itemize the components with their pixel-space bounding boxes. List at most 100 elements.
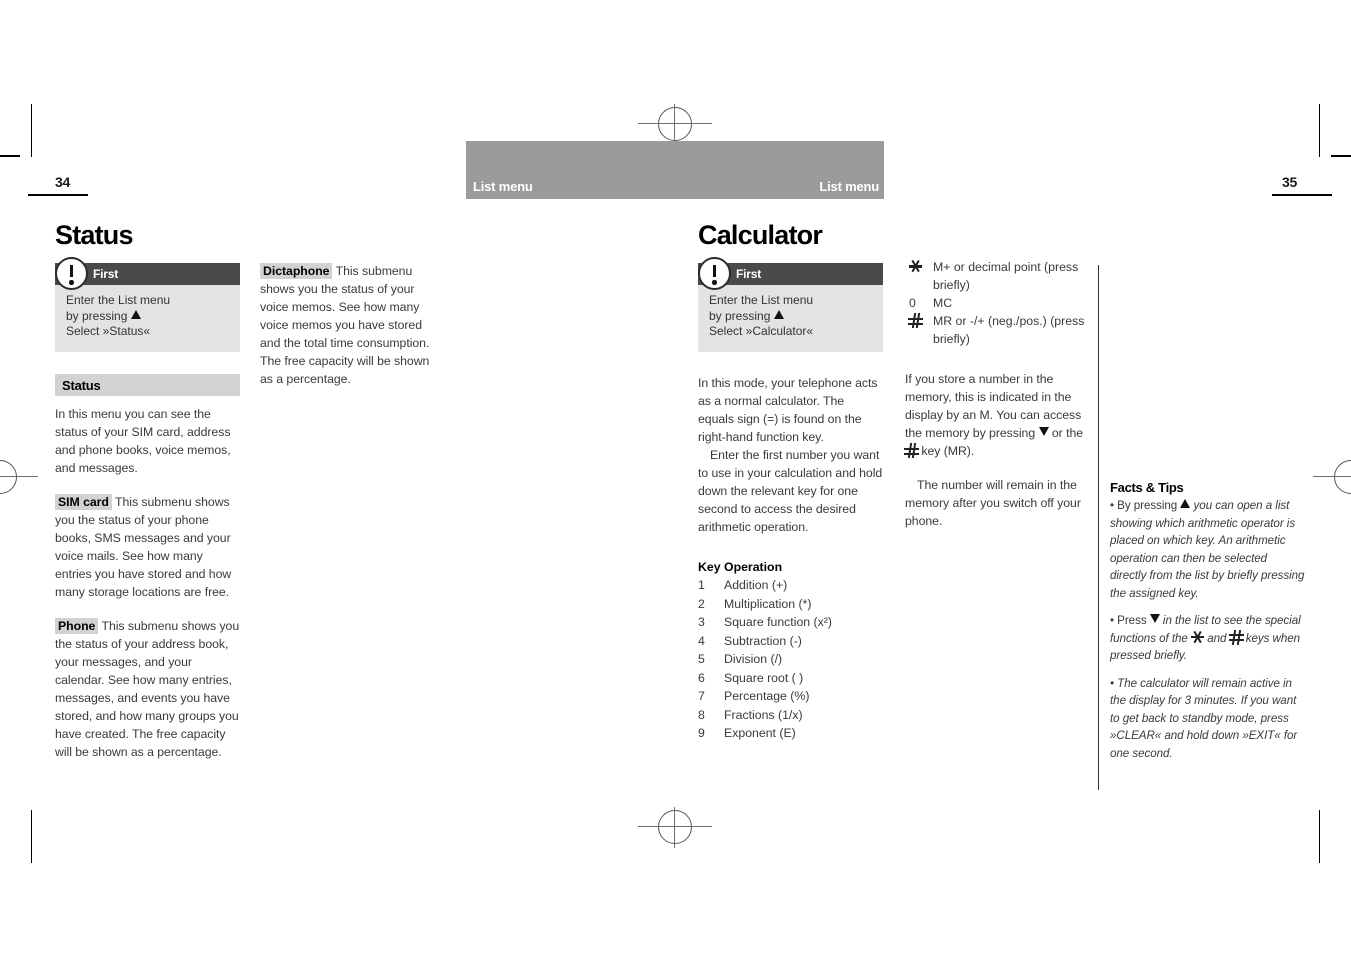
callout-line-3: Select »Status« xyxy=(66,324,151,338)
up-arrow-icon xyxy=(130,309,141,319)
crop-mark-bottom-left-vertical xyxy=(31,810,32,863)
callout-body: Enter the List menu by pressing Select »… xyxy=(698,285,883,352)
hash-glyph-icon xyxy=(904,443,919,458)
table-cell-operation: Square root ( ) xyxy=(724,670,804,685)
callout-title: First xyxy=(93,267,119,281)
paragraph-dictaphone: Dictaphone This submenu shows you the st… xyxy=(260,262,445,388)
column-dictaphone: Dictaphone This submenu shows you the st… xyxy=(260,262,445,404)
paragraph-calculator-intro-1: In this mode, your telephone acts as a n… xyxy=(698,375,878,444)
symbol-row-star: M+ or decimal point (press briefly) xyxy=(905,258,1097,294)
callout-first-calculator: First Enter the List menu by pressing Se… xyxy=(698,257,883,352)
callout-line-1: Enter the List menu xyxy=(709,293,814,307)
hash-glyph-icon xyxy=(908,313,923,328)
table-row: 4 Subtraction (-) xyxy=(698,632,883,651)
up-arrow-icon xyxy=(773,309,784,319)
callout-first-status: First Enter the List menu by pressing Se… xyxy=(55,257,240,352)
column-facts-tips: Facts & Tips • By pressing you can open … xyxy=(1110,480,1305,772)
table-cell-key: 7 xyxy=(698,689,705,703)
registration-crosshair-bottom-h xyxy=(638,826,712,827)
callout-line-2: by pressing xyxy=(709,309,873,325)
paragraph-sim-card: SIM card This submenu shows you the stat… xyxy=(55,493,240,601)
star-key-icon xyxy=(905,258,933,294)
registration-mark-right-edge xyxy=(1334,460,1351,494)
hash-glyph-icon xyxy=(1228,629,1244,645)
callout-line-1: Enter the List menu xyxy=(66,293,171,307)
registration-mark-left-edge xyxy=(0,460,17,494)
star-glyph-icon xyxy=(1191,630,1205,644)
exclamation-icon xyxy=(698,257,731,290)
facts-item-2-a: • Press xyxy=(1110,614,1147,627)
table-cell-operation: Percentage (%) xyxy=(724,689,810,703)
column-calculator: Calculator First Enter the List menu by … xyxy=(698,222,883,743)
registration-mark-top-center xyxy=(658,107,692,141)
running-header-label-left: List menu xyxy=(473,179,533,194)
down-arrow-icon xyxy=(1038,427,1049,436)
subhead-status-label: Status xyxy=(62,377,101,393)
table-row: 8 Fractions (1/x) xyxy=(698,706,883,725)
callout-line-2-text: by pressing xyxy=(709,308,771,323)
callout-line-2-text: by pressing xyxy=(66,308,128,323)
page-title-status: Status xyxy=(55,220,134,250)
term-sim-card: SIM card xyxy=(55,493,112,510)
column-divider xyxy=(1098,265,1099,790)
paragraph-calculator-intro-2: Enter the first number you want to use i… xyxy=(698,447,883,534)
paragraph-status-intro: In this menu you can see the status of y… xyxy=(55,406,231,475)
symbol-row-star-text: M+ or decimal point (press briefly) xyxy=(933,260,1079,292)
table-header-row: Key Operation xyxy=(698,558,883,577)
hash-key-icon xyxy=(905,312,933,348)
running-header-label-right: List menu xyxy=(819,179,879,194)
paragraph-phone: Phone This submenu shows you the status … xyxy=(55,617,240,761)
paragraph-memory-2: The number will remain in the memory aft… xyxy=(905,478,1081,528)
table-cell-operation: Fractions (1/x) xyxy=(724,707,803,722)
column-status: Status First Enter the List menu by pres… xyxy=(55,222,240,777)
table-cell-key: 6 xyxy=(698,670,705,685)
table-cell-key: 1 xyxy=(698,578,705,592)
table-cell-operation: Division (/) xyxy=(724,652,783,666)
table-cell-operation: Subtraction (-) xyxy=(724,633,802,648)
down-arrow-icon xyxy=(1149,614,1160,623)
running-header-band: List menu List menu xyxy=(466,141,884,199)
paragraph-dictaphone-text: This submenu shows you the status of you… xyxy=(260,264,430,386)
table-row: 3 Square function (x²) xyxy=(698,613,883,632)
page-number-right: 35 xyxy=(1282,174,1297,190)
facts-item-1: • By pressing you can open a list showin… xyxy=(1110,497,1305,602)
page-number-left: 34 xyxy=(55,174,70,190)
term-phone: Phone xyxy=(55,617,99,634)
table-row: 7 Percentage (%) xyxy=(698,687,883,706)
facts-item-1-b: you can open a list showing which arithm… xyxy=(1110,499,1305,600)
facts-item-2: • Press in the list to see the special f… xyxy=(1110,612,1305,665)
symbol-row-zero-text: MC xyxy=(933,296,953,310)
table-header-key: Key xyxy=(698,559,721,574)
page-number-rule-left xyxy=(28,194,88,196)
zero-key-label: 0 xyxy=(909,296,916,310)
symbol-row-hash: MR or -/+ (neg./pos.) (press briefly) xyxy=(905,312,1097,348)
term-dictaphone: Dictaphone xyxy=(260,263,333,279)
table-cell-operation: Square function (x²) xyxy=(724,615,832,629)
star-glyph-icon xyxy=(909,260,922,273)
table-cell-operation: Exponent (E) xyxy=(724,726,796,740)
paragraph-phone-text: This submenu shows you the status of you… xyxy=(55,618,240,759)
facts-tips-title: Facts & Tips xyxy=(1110,480,1184,495)
exclamation-icon xyxy=(55,257,88,290)
table-cell-key: 4 xyxy=(698,633,705,648)
crop-mark-top-left-horizontal xyxy=(0,155,20,157)
table-cell-key: 5 xyxy=(698,652,705,666)
symbol-row-zero: 0 MC xyxy=(905,294,1097,312)
paragraph-memory-1-c: key (MR). xyxy=(921,444,975,458)
callout-header: First xyxy=(698,257,883,290)
table-row: 6 Square root ( ) xyxy=(698,669,883,688)
paragraph-memory-1-b: or the xyxy=(1051,426,1084,440)
table-cell-key: 8 xyxy=(698,707,705,722)
paragraph-memory-1: If you store a number in the memory, thi… xyxy=(904,370,1097,460)
table-cell-key: 9 xyxy=(698,726,705,740)
facts-item-1-a: • By pressing xyxy=(1110,499,1178,512)
crop-mark-bottom-right-vertical xyxy=(1319,810,1320,863)
callout-body: Enter the List menu by pressing Select »… xyxy=(55,285,240,352)
table-cell-key: 2 xyxy=(698,596,705,611)
up-arrow-icon xyxy=(1180,499,1191,508)
crop-mark-top-right-vertical xyxy=(1319,104,1320,157)
symbol-key-list: M+ or decimal point (press briefly) 0 MC… xyxy=(905,258,1097,348)
subhead-status: Status xyxy=(55,373,240,396)
page-number-rule-right xyxy=(1272,194,1332,196)
table-row: 2 Multiplication (*) xyxy=(698,595,883,614)
